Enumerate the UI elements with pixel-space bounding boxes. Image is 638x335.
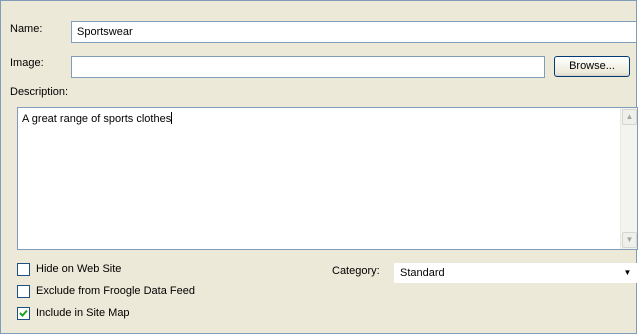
name-input[interactable]: Sportswear	[71, 21, 637, 43]
description-text: A great range of sports clothes	[22, 112, 173, 125]
name-input-value: Sportswear	[77, 26, 133, 38]
category-selected-value: Standard	[400, 267, 445, 279]
chevron-down-icon[interactable]: ▼	[619, 264, 636, 282]
scroll-up-arrow-icon[interactable]: ▲	[622, 109, 637, 125]
image-input[interactable]	[71, 56, 545, 78]
scroll-down-arrow-icon[interactable]: ▼	[622, 232, 637, 248]
text-caret	[171, 112, 173, 124]
hide-on-web-site-checkbox[interactable]	[17, 263, 30, 276]
vertical-scrollbar[interactable]: ▲ ▼	[620, 108, 637, 249]
include-site-map-checkbox[interactable]	[17, 307, 30, 320]
category-select[interactable]: Standard ▼	[394, 263, 637, 283]
exclude-froogle-checkbox[interactable]	[17, 285, 30, 298]
browse-button[interactable]: Browse...	[554, 56, 630, 77]
category-label: Category:	[332, 265, 380, 277]
name-label: Name:	[10, 23, 43, 35]
description-textarea[interactable]: A great range of sports clothes ▲ ▼	[17, 107, 638, 250]
exclude-froogle-label: Exclude from Froogle Data Feed	[36, 285, 195, 297]
include-site-map-label: Include in Site Map	[36, 307, 130, 319]
category-form-panel: Name: Sportswear Image: Browse... Descri…	[0, 0, 638, 334]
image-label: Image:	[10, 57, 44, 69]
checkmark-icon	[19, 309, 28, 317]
description-label: Description:	[10, 86, 69, 98]
hide-on-web-site-label: Hide on Web Site	[36, 263, 122, 275]
